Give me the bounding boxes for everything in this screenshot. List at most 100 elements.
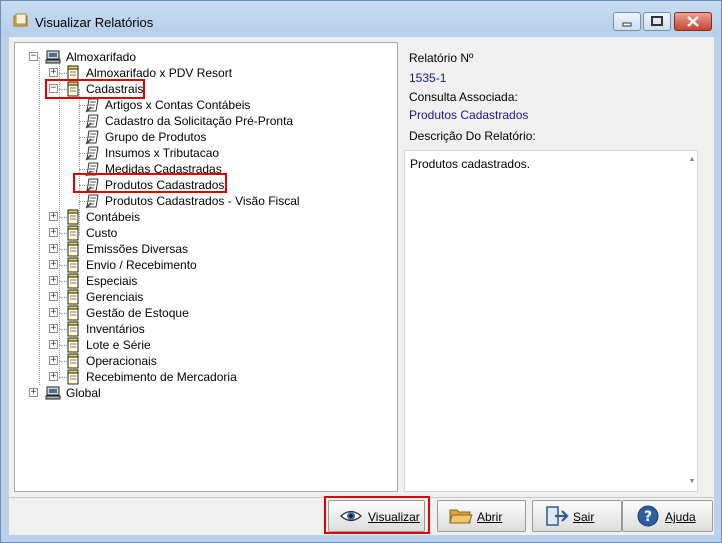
sair-label: Sair xyxy=(573,510,595,524)
tree-node-label: Artigos x Contas Contábeis xyxy=(105,98,251,112)
tree-node-label: Especiais xyxy=(86,274,138,288)
maximize-button[interactable] xyxy=(643,12,671,31)
report-folder-icon xyxy=(67,353,79,369)
ajuda-button[interactable]: ? Ajuda xyxy=(622,500,713,532)
expand-icon[interactable]: + xyxy=(49,276,58,285)
tree-node-category[interactable]: + Especiais xyxy=(15,273,355,289)
help-icon: ? xyxy=(637,505,659,527)
highlight-box-produtos xyxy=(73,173,227,193)
maximize-icon xyxy=(651,16,663,26)
expand-icon[interactable]: + xyxy=(49,228,58,237)
report-tree[interactable]: − Almoxarifado + Almoxarifado x PDV Resor… xyxy=(14,42,398,492)
expand-icon[interactable]: + xyxy=(49,308,58,317)
report-folder-icon xyxy=(67,337,79,353)
sair-button[interactable]: Sair xyxy=(532,500,622,532)
tree-node-category[interactable]: + Gestão de Estoque xyxy=(15,305,355,321)
window-title: Visualizar Relatórios xyxy=(35,15,154,30)
close-button[interactable] xyxy=(674,12,712,31)
expand-icon[interactable]: + xyxy=(49,212,58,221)
tree-node-almoxarifado[interactable]: − Almoxarifado xyxy=(15,49,315,65)
expand-icon[interactable]: + xyxy=(49,68,58,77)
tree-node-label: Custo xyxy=(86,226,118,240)
tree-node-report[interactable]: Produtos Cadastrados - Visão Fiscal xyxy=(15,193,355,209)
tree-node-global[interactable]: + Global xyxy=(15,385,215,401)
description-textarea[interactable]: Produtos cadastrados. ▲ ▼ xyxy=(404,150,698,492)
tree-node-category[interactable]: + Custo xyxy=(15,225,355,241)
abrir-label: Abrir xyxy=(477,510,503,524)
tree-node-label: Insumos x Tributacao xyxy=(105,146,220,160)
minimize-icon xyxy=(622,22,632,27)
tree-node-label: Envio / Recebimento xyxy=(86,258,197,272)
description-text: Produtos cadastrados. xyxy=(410,157,531,171)
tree-node-label: Lote e Série xyxy=(86,338,151,352)
report-folder-icon xyxy=(67,369,79,385)
report-document-icon xyxy=(85,98,99,113)
minimize-button[interactable] xyxy=(613,12,641,31)
report-document-icon xyxy=(85,114,99,129)
tree-node-label: Inventários xyxy=(86,322,145,336)
tree-node-category[interactable]: + Inventários xyxy=(15,321,355,337)
expand-icon[interactable]: + xyxy=(49,372,58,381)
tree-node-label: Produtos Cadastrados - Visão Fiscal xyxy=(105,194,300,208)
folder-app-icon xyxy=(13,13,28,27)
client-area: − Almoxarifado + Almoxarifado x PDV Resor… xyxy=(9,37,714,535)
svg-text:?: ? xyxy=(644,509,652,525)
expand-icon[interactable]: + xyxy=(49,324,58,333)
tree-node-category[interactable]: + Recebimento de Mercadoria xyxy=(15,369,355,385)
highlight-box-visualizar xyxy=(324,496,430,534)
exit-door-icon xyxy=(546,506,569,526)
tree-node-label: Recebimento de Mercadoria xyxy=(86,370,237,384)
report-document-icon xyxy=(85,130,99,145)
details-panel: Relatório Nº 1535-1 Consulta Associada: … xyxy=(404,42,709,492)
abrir-button[interactable]: Abrir xyxy=(437,500,526,532)
expand-icon[interactable]: + xyxy=(49,356,58,365)
tree-node-label: Gestão de Estoque xyxy=(86,306,189,320)
expand-icon[interactable]: + xyxy=(49,244,58,253)
report-folder-icon xyxy=(67,321,79,337)
title-bar[interactable]: Visualizar Relatórios xyxy=(1,1,721,37)
tree-node-label: Contábeis xyxy=(86,210,141,224)
report-folder-icon xyxy=(67,209,79,225)
report-document-icon xyxy=(85,194,99,209)
scroll-down-icon[interactable]: ▼ xyxy=(687,477,697,487)
tree-node-label: Operacionais xyxy=(86,354,157,368)
tree-node-report[interactable]: Insumos x Tributacao xyxy=(15,145,355,161)
tree-node-category[interactable]: + Operacionais xyxy=(15,353,355,369)
tree-node-report[interactable]: Artigos x Contas Contábeis xyxy=(15,97,355,113)
close-icon xyxy=(687,16,699,27)
tree-node-category[interactable]: + Gerenciais xyxy=(15,289,355,305)
query-label: Consulta Associada: xyxy=(409,90,518,104)
computer-icon xyxy=(45,386,61,400)
tree-node-category[interactable]: + Contábeis xyxy=(15,209,355,225)
tree-node-label: Global xyxy=(66,386,101,400)
report-viewer-window: Visualizar Relatórios − Almoxarifado + A… xyxy=(0,0,722,543)
query-value: Produtos Cadastrados xyxy=(409,108,529,122)
report-folder-icon xyxy=(67,225,79,241)
highlight-box-cadastrais xyxy=(45,79,145,99)
report-folder-icon xyxy=(67,257,79,273)
tree-node-category[interactable]: + Lote e Série xyxy=(15,337,355,353)
tree-node-label: Grupo de Produtos xyxy=(105,130,207,144)
tree-node-label: Cadastro da Solicitação Pré-Pronta xyxy=(105,114,294,128)
expand-icon[interactable]: + xyxy=(49,260,58,269)
tree-node-report[interactable]: Cadastro da Solicitação Pré-Pronta xyxy=(15,113,355,129)
collapse-icon[interactable]: − xyxy=(29,52,38,61)
expand-icon[interactable]: + xyxy=(49,292,58,301)
tree-node-category[interactable]: + Envio / Recebimento xyxy=(15,257,355,273)
expand-icon[interactable]: + xyxy=(49,340,58,349)
report-folder-icon xyxy=(67,241,79,257)
expand-icon[interactable]: + xyxy=(29,388,38,397)
report-folder-icon xyxy=(67,289,79,305)
tree-node-category[interactable]: + Emissões Diversas xyxy=(15,241,355,257)
tree-node-label: Almoxarifado xyxy=(66,50,137,64)
tree-node-report[interactable]: Grupo de Produtos xyxy=(15,129,355,145)
tree-node-label: Gerenciais xyxy=(86,290,144,304)
report-folder-icon xyxy=(67,305,79,321)
report-number-label: Relatório Nº xyxy=(409,51,474,65)
description-label: Descrição Do Relatório: xyxy=(409,129,536,143)
report-document-icon xyxy=(85,146,99,161)
ajuda-label: Ajuda xyxy=(665,510,696,524)
tree-node-label: Emissões Diversas xyxy=(86,242,189,256)
scroll-up-icon[interactable]: ▲ xyxy=(687,155,697,165)
report-number-value: 1535-1 xyxy=(409,71,447,85)
